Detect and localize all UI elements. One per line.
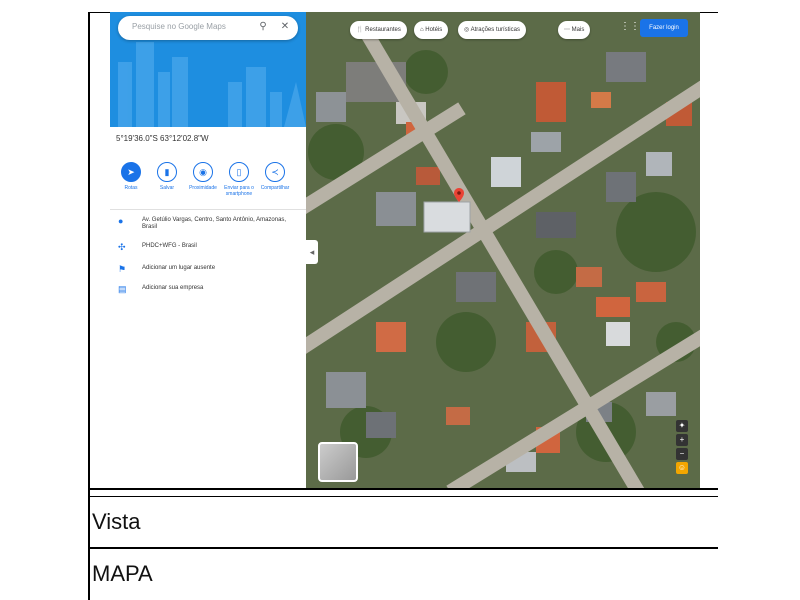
action-directions[interactable]: ➤ Rotas [114, 162, 148, 191]
layer-thumbnail[interactable] [318, 442, 358, 482]
action-nearby[interactable]: ◉ Proximidade [186, 162, 220, 191]
share-icon: ≺ [265, 162, 285, 182]
camera-icon: ◎ [464, 27, 470, 33]
action-buttons: ➤ Rotas ▮ Salvar ◉ Proximidade ▯ Enviar para… [114, 162, 302, 204]
apps-grid-icon[interactable]: ⋮⋮ [620, 21, 640, 33]
chip-more[interactable]: ⋯ Mais [558, 21, 591, 39]
satellite-map[interactable] [306, 12, 700, 488]
plus-code-icon: ✣ [118, 242, 126, 252]
zoom-in-button[interactable]: + [676, 434, 688, 446]
business-icon: ▤ [118, 284, 127, 294]
table-left-border [88, 12, 90, 600]
info-plus-code[interactable]: ✣ PHDC+WFG - Brasil [118, 242, 300, 260]
pegman-icon[interactable]: ☺ [676, 462, 688, 474]
directions-icon: ➤ [121, 162, 141, 182]
fork-knife-icon: 🍴 [356, 27, 364, 33]
place-hero-image: Pesquise no Google Maps ⚲ ✕ [110, 12, 306, 127]
bed-icon: ⌂ [420, 27, 424, 33]
table-row-divider-2 [88, 496, 718, 497]
location-pin-icon[interactable] [454, 188, 464, 202]
collapse-panel-button[interactable]: ◂ [306, 240, 318, 264]
chip-restaurants[interactable]: 🍴 Restaurantes [350, 21, 407, 39]
flag-icon: ⚑ [118, 264, 127, 274]
zoom-out-button[interactable]: − [676, 448, 688, 460]
chip-hotels[interactable]: ⌂ Hotéis [414, 21, 449, 39]
pin-icon: ● [118, 216, 124, 226]
table-cell-mapa: MAPA [92, 561, 153, 586]
chip-attractions[interactable]: ◎ Atrações turísticas [458, 21, 526, 39]
nearby-icon: ◉ [193, 162, 213, 182]
signin-button[interactable]: Fazer login [640, 19, 688, 37]
action-share[interactable]: ≺ Compartilhar [258, 162, 292, 191]
close-icon[interactable]: ✕ [278, 20, 292, 34]
maps-screenshot: 🍴 Restaurantes ⌂ Hotéis ◎ Atrações turís… [110, 12, 700, 488]
compass-icon[interactable]: ✦ [676, 420, 688, 432]
bookmark-icon: ▮ [157, 162, 177, 182]
search-icon[interactable]: ⚲ [256, 20, 270, 34]
more-icon: ⋯ [564, 27, 570, 33]
action-save[interactable]: ▮ Salvar [150, 162, 184, 191]
table-row-divider-3 [88, 547, 718, 549]
info-address[interactable]: ● Av. Getúlio Vargas, Centro, Santo Antôn… [118, 216, 300, 234]
info-add-place[interactable]: ⚑ Adicionar um lugar ausente [118, 264, 300, 282]
phone-icon: ▯ [229, 162, 249, 182]
info-add-business[interactable]: ▤ Adicionar sua empresa [118, 284, 300, 302]
search-input[interactable]: Pesquise no Google Maps [132, 22, 226, 31]
action-send-phone[interactable]: ▯ Enviar para o smartphone [222, 162, 256, 197]
divider [110, 209, 306, 210]
place-coordinates: 5°19'36.0"S 63°12'02.8"W [116, 134, 209, 143]
search-box[interactable]: Pesquise no Google Maps ⚲ ✕ [118, 16, 298, 40]
table-row-divider [88, 488, 718, 490]
satellite-imagery [306, 12, 700, 488]
table-cell-vista: Vista [92, 509, 141, 534]
place-panel: Pesquise no Google Maps ⚲ ✕ 5°19'36.0"S … [110, 12, 306, 488]
